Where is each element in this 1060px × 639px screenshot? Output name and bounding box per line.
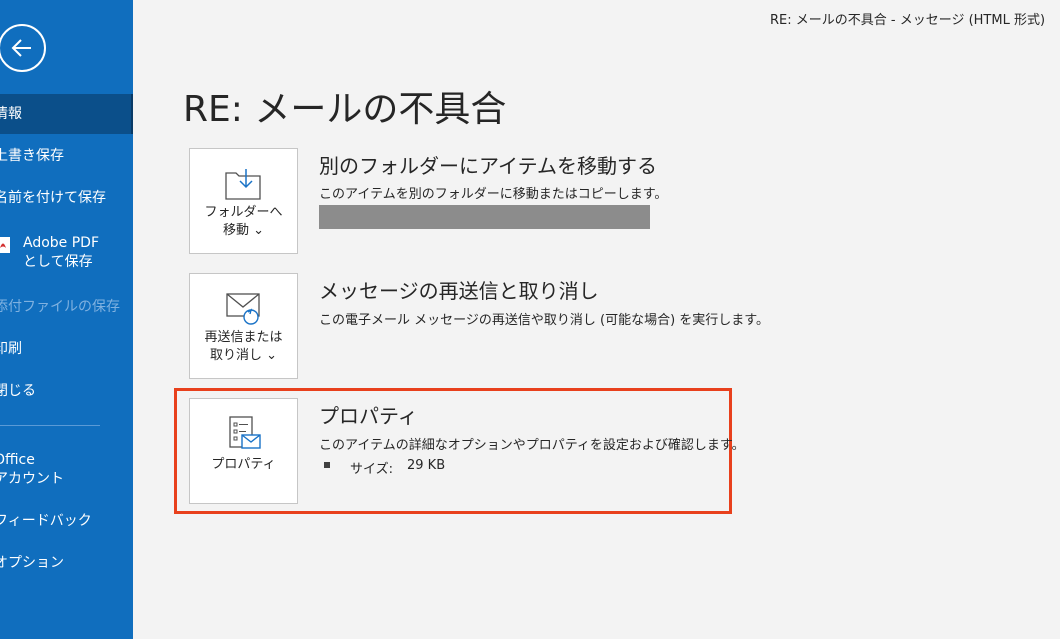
redacted-block (319, 205, 650, 229)
sidebar-item-label: オプション (0, 555, 64, 571)
arrow-left-icon (11, 39, 31, 57)
sidebar-item-label: 印刷 (0, 341, 22, 357)
sidebar-item-office-account[interactable]: Office アカウント (0, 451, 133, 491)
properties-icon (229, 416, 261, 449)
adobe-pdf-icon (0, 237, 10, 253)
sidebar-item-label: 名前を付けて保存 (0, 190, 106, 206)
bullet-icon (324, 462, 330, 468)
section-title: プロパティ (319, 404, 418, 428)
sidebar-divider (0, 425, 100, 426)
section-title: 別のフォルダーにアイテムを移動する (319, 154, 657, 178)
sidebar-item-info[interactable]: 情報 (0, 94, 133, 134)
tile-label: 取り消し ⌄ (209, 348, 278, 363)
sidebar-item-label: Office (0, 452, 35, 468)
sidebar-item-label: アカウント (0, 471, 64, 487)
section-description: このアイテムの詳細なオプションやプロパティを設定および確認します。 (319, 438, 745, 453)
tile-label: 再送信または (204, 330, 283, 345)
sidebar-item-label: フィードバック (0, 513, 92, 529)
size-value: 29 KB (407, 458, 446, 473)
tile-label: 移動 ⌄ (222, 223, 265, 238)
sidebar-item-save-as-adobe-pdf[interactable]: Adobe PDF として保存 (0, 234, 133, 274)
tile-label: フォルダーへ (204, 205, 283, 220)
page-title: RE: メールの不具合 (183, 89, 507, 130)
tile-label: プロパティ (211, 457, 276, 472)
back-button[interactable] (0, 24, 46, 72)
move-to-folder-icon (225, 169, 261, 200)
sidebar-item-label: 上書き保存 (0, 148, 64, 164)
sidebar-item-label: 添付ファイルの保存 (0, 299, 120, 315)
properties-button[interactable]: プロパティ (189, 398, 298, 504)
section-title: メッセージの再送信と取り消し (319, 279, 599, 303)
move-to-folder-button[interactable]: フォルダーへ 移動 ⌄ (189, 148, 298, 254)
sidebar-item-label: として保存 (23, 254, 93, 270)
resend-recall-button[interactable]: 再送信または 取り消し ⌄ (189, 273, 298, 379)
resend-recall-icon (226, 293, 260, 325)
backstage-sidebar: 情報 上書き保存 名前を付けて保存 Adobe PDF として保存 添付ファイル… (0, 0, 133, 639)
sidebar-item-label: 情報 (0, 106, 22, 122)
section-description: このアイテムを別のフォルダーに移動またはコピーします。 (319, 187, 668, 202)
sidebar-item-label: 閉じる (0, 383, 36, 399)
window-title: RE: メールの不具合 - メッセージ (HTML 形式) (770, 13, 1046, 28)
sidebar-item-label: Adobe PDF (23, 235, 100, 251)
size-label: サイズ: (350, 462, 393, 477)
section-description: この電子メール メッセージの再送信や取り消し (可能な場合) を実行します。 (319, 313, 769, 328)
